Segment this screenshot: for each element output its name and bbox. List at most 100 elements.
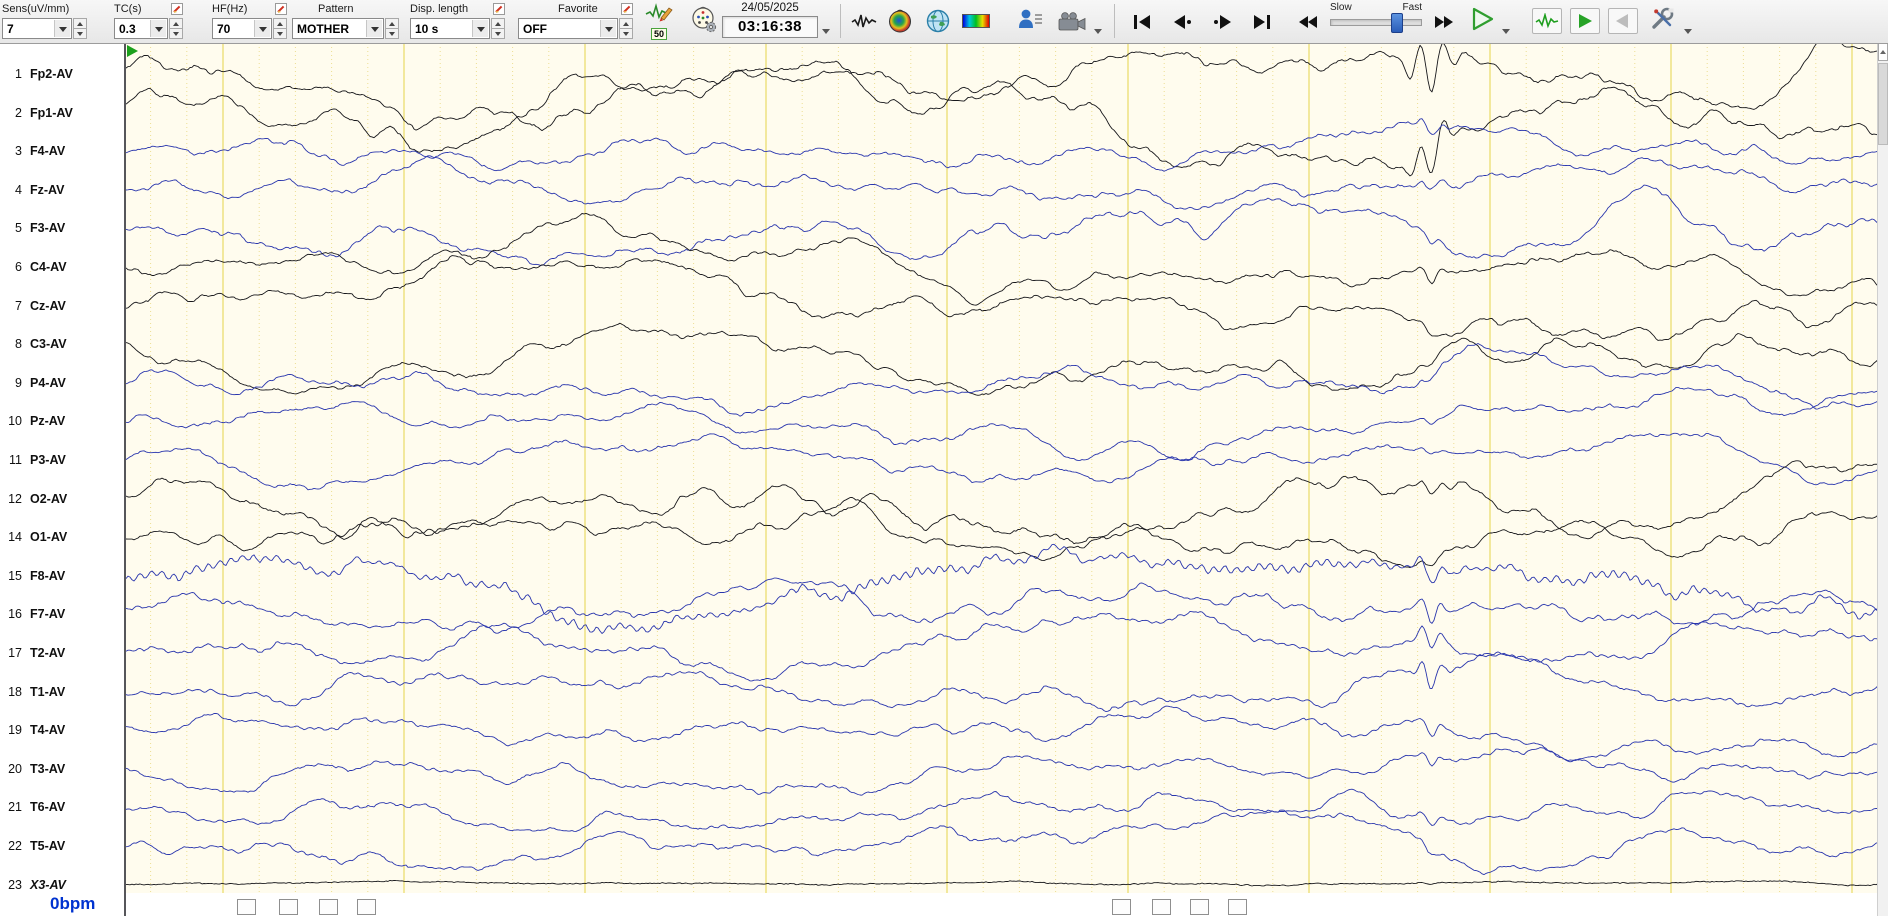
spinner-up-button[interactable] — [169, 18, 183, 29]
channel-label: Fz-AV — [30, 182, 65, 197]
trace-area[interactable] — [124, 43, 1880, 916]
electrode-map-button[interactable] — [688, 6, 720, 34]
fast-forward-button[interactable] — [1428, 8, 1460, 36]
combobox-value: MOTHER — [297, 21, 349, 36]
pattern-label: Pattern — [318, 3, 354, 15]
step-back-button[interactable] — [1166, 8, 1198, 36]
displength-label: Disp. length — [410, 3, 469, 15]
eeg-trace-T4-AV — [126, 705, 1880, 763]
disabled-step-button[interactable] — [1608, 8, 1638, 34]
event-marker-box[interactable] — [1152, 899, 1171, 915]
video-button[interactable] — [1056, 8, 1088, 36]
channel-row[interactable]: 2 Fp1-AV — [0, 104, 124, 122]
channel-row[interactable]: 5 F3-AV — [0, 219, 124, 237]
channel-row[interactable]: 10 Pz-AV — [0, 412, 124, 430]
spinner-down-button[interactable] — [385, 29, 399, 39]
channel-row[interactable]: 18 T1-AV — [0, 683, 124, 701]
arrow-up-icon — [495, 19, 501, 26]
scrollbar-up-button[interactable] — [1878, 43, 1888, 61]
channel-label: C3-AV — [30, 337, 67, 352]
green-trace-button[interactable] — [1532, 8, 1562, 34]
channel-row[interactable]: 7 Cz-AV — [0, 297, 124, 315]
speed-slider-handle[interactable] — [1390, 13, 1403, 33]
spinner-up-button[interactable] — [385, 18, 399, 29]
channel-row[interactable]: 22 T5-AV — [0, 837, 124, 855]
tools-dropdown-caret[interactable] — [1682, 26, 1694, 36]
spinner-down-button[interactable] — [619, 29, 633, 39]
brain-topography-button[interactable] — [884, 7, 916, 35]
favorite-combobox[interactable]: OFF — [518, 18, 618, 39]
displength-combobox[interactable]: 10 s — [410, 18, 490, 39]
channel-row[interactable]: 6 C4-AV — [0, 258, 124, 276]
scrollbar-thumb[interactable] — [1878, 63, 1888, 145]
channel-row[interactable]: 16 F7-AV — [0, 605, 124, 623]
sensitivity-combobox[interactable]: 7 — [2, 18, 72, 39]
timeconstant-combobox[interactable]: 0.3 — [114, 18, 168, 39]
spinner-up-button[interactable] — [73, 18, 87, 29]
channel-number: 14 — [8, 530, 22, 545]
play-button[interactable] — [1466, 5, 1498, 33]
spinner-down-button[interactable] — [491, 29, 505, 39]
channel-row[interactable]: 8 C3-AV — [0, 335, 124, 353]
video-dropdown-caret[interactable] — [1092, 26, 1104, 36]
channel-row[interactable]: 1 Fp2-AV — [0, 65, 124, 83]
highfreq-combobox[interactable]: 70 — [212, 18, 272, 39]
channel-row[interactable]: 3 F4-AV — [0, 142, 124, 160]
edit-preset-icon[interactable] — [171, 3, 183, 15]
play-dropdown-caret[interactable] — [1500, 26, 1512, 36]
channel-row[interactable]: 20 T3-AV — [0, 760, 124, 778]
edit-preset-icon[interactable] — [493, 3, 505, 15]
event-marker-box[interactable] — [1228, 899, 1247, 915]
vertical-scrollbar[interactable] — [1877, 43, 1888, 916]
spinner-up-button[interactable] — [273, 18, 287, 29]
eeg-view-button[interactable] — [848, 7, 880, 35]
channel-row[interactable]: 4 Fz-AV — [0, 181, 124, 199]
patient-info-button[interactable] — [1014, 6, 1046, 34]
channel-row[interactable]: 15 F8-AV — [0, 567, 124, 585]
play-green-icon — [1579, 14, 1592, 28]
spinner-up-button[interactable] — [491, 18, 505, 29]
eeg-trace-P4-AV — [126, 343, 1880, 417]
edit-preset-icon[interactable] — [621, 3, 633, 15]
spinner-down-button[interactable] — [169, 29, 183, 39]
channel-row[interactable]: 21 T6-AV — [0, 798, 124, 816]
channel-row[interactable]: 12 O2-AV — [0, 490, 124, 508]
toolbar-separator — [1114, 4, 1115, 38]
skip-to-start-button[interactable] — [1126, 8, 1158, 36]
spinner-up-button[interactable] — [619, 18, 633, 29]
play-review-button[interactable] — [1570, 8, 1600, 34]
event-marker-box[interactable] — [1112, 899, 1131, 915]
pattern-combobox[interactable]: MOTHER — [292, 18, 384, 39]
tools-button[interactable] — [1646, 5, 1678, 33]
arrow-down-icon — [623, 31, 629, 39]
channel-number: 6 — [15, 260, 22, 274]
globe-button[interactable] — [922, 7, 954, 35]
channel-label: T6-AV — [30, 800, 66, 815]
speed-slider-track[interactable] — [1330, 13, 1422, 33]
channel-row[interactable]: 19 T4-AV — [0, 721, 124, 739]
step-forward-button[interactable] — [1206, 8, 1238, 36]
channel-row[interactable]: 14 O1-AV — [0, 528, 124, 546]
channel-row[interactable]: 17 T2-AV — [0, 644, 124, 662]
event-marker-box[interactable] — [319, 899, 338, 915]
arrow-down-icon — [173, 31, 179, 39]
channel-row[interactable]: 23 X3-AV — [0, 876, 124, 894]
event-marker-box[interactable] — [357, 899, 376, 915]
notch-filter-toggle[interactable]: 50 — [650, 28, 667, 40]
channel-row[interactable]: 11 P3-AV — [0, 451, 124, 469]
edit-preset-icon[interactable] — [275, 3, 287, 15]
channel-number: 17 — [8, 646, 22, 660]
color-scale-button[interactable] — [960, 7, 992, 35]
montage-edit-icon[interactable] — [645, 2, 673, 27]
skip-to-end-button[interactable] — [1246, 8, 1278, 36]
displength-spinner — [491, 18, 505, 39]
spinner-down-button[interactable] — [73, 29, 87, 39]
channel-row[interactable]: 9 P4-AV — [0, 374, 124, 392]
event-marker-box[interactable] — [237, 899, 256, 915]
toolbar: Sens(uV/mm) 7 TC(s) 0.3 HF(Hz) 70 Patter… — [0, 0, 1888, 44]
datetime-dropdown-caret[interactable] — [820, 26, 832, 36]
spinner-down-button[interactable] — [273, 29, 287, 39]
event-marker-box[interactable] — [1190, 899, 1209, 915]
event-marker-box[interactable] — [279, 899, 298, 915]
rewind-button[interactable] — [1292, 8, 1324, 36]
